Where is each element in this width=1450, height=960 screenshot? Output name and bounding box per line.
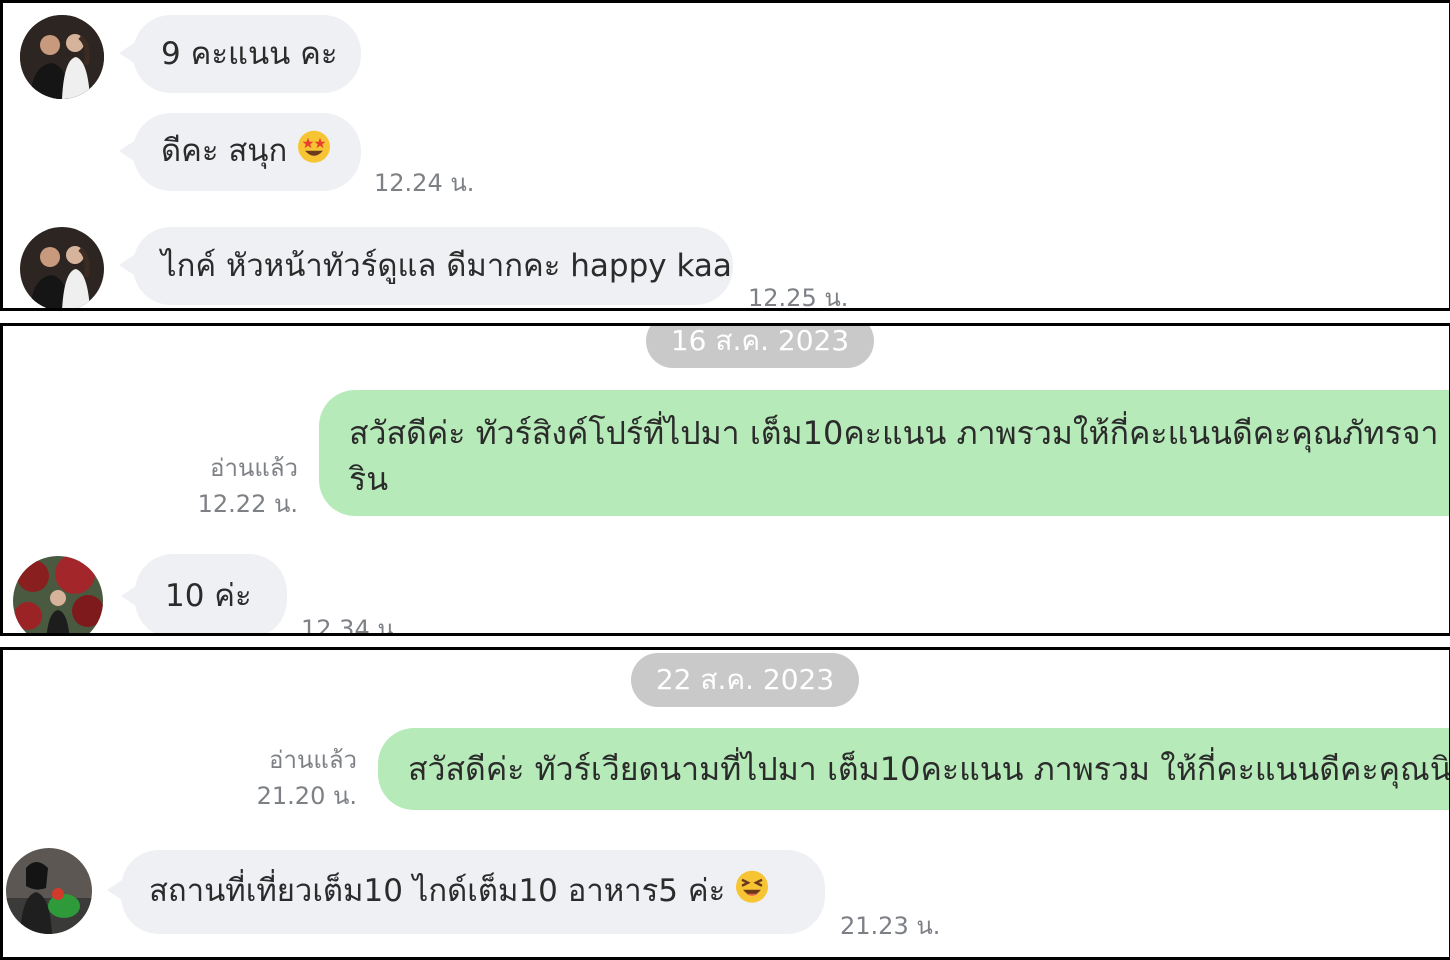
sent-message-bubble[interactable]: สวัสดีค่ะ ทัวร์สิงค์โปร์ที่ไปมา เต็ม10คะ… — [319, 390, 1449, 516]
message-time: 12.34 น. — [301, 615, 402, 636]
message-time: 12.22 น. — [197, 490, 298, 518]
user-avatar-3[interactable] — [6, 848, 92, 934]
laughing-emoji-icon — [735, 869, 769, 915]
message-text: ไกค์ หัวหน้าทัวร์ดูแล ดีมากคะ happy kaa — [161, 248, 732, 284]
message-time: 12.24 น. — [374, 169, 475, 197]
user-avatar-2[interactable] — [13, 556, 103, 633]
message-bubble[interactable]: 10 ค่ะ — [135, 554, 287, 633]
message-bubble[interactable]: ไกค์ หัวหน้าทัวร์ดูแล ดีมากคะ happy kaa — [133, 227, 733, 305]
chat-panel-1: 9 คะแนน คะ ดีคะ สนุก 12.24 น. ไกค์ หัวหน… — [0, 0, 1450, 311]
message-time: 21.23 น. — [840, 912, 941, 940]
star-struck-emoji-icon — [297, 129, 331, 175]
message-text-line: สวัสดีค่ะ ทัวร์สิงค์โปร์ที่ไปมา เต็ม10คะ… — [349, 414, 1439, 452]
date-separator: 22 ส.ค. 2023 — [631, 653, 859, 707]
message-text: 9 คะแนน คะ — [161, 36, 338, 72]
read-label: อ่านแล้ว — [210, 454, 298, 482]
date-label: 16 ส.ค. 2023 — [670, 324, 850, 357]
message-bubble[interactable]: สถานที่เที่ยวเต็ม10 ไกด์เต็ม10 อาหาร5 ค่… — [121, 850, 825, 934]
chat-panel-3: 22 ส.ค. 2023 อ่านแล้ว 21.20 น. สวัสดีค่ะ… — [0, 647, 1450, 960]
date-label: 22 ส.ค. 2023 — [655, 663, 835, 696]
message-bubble[interactable]: 9 คะแนน คะ — [133, 15, 361, 93]
user-avatar-1[interactable] — [20, 15, 104, 99]
message-time: 12.25 น. — [748, 284, 849, 311]
chat-panel-2: 16 ส.ค. 2023 อ่านแล้ว 12.22 น. สวัสดีค่ะ… — [0, 323, 1450, 636]
read-label: อ่านแล้ว — [269, 746, 357, 774]
message-time: 21.20 น. — [256, 782, 357, 810]
date-separator: 16 ส.ค. 2023 — [646, 324, 874, 368]
sent-message-bubble[interactable]: สวัสดีค่ะ ทัวร์เวียดนามที่ไปมา เต็ม10คะแ… — [378, 728, 1450, 810]
message-text: สถานที่เที่ยวเต็ม10 ไกด์เต็ม10 อาหาร5 ค่… — [149, 872, 726, 909]
message-text: 10 ค่ะ — [165, 578, 252, 614]
user-avatar-1[interactable] — [20, 227, 104, 308]
read-receipt: อ่านแล้ว 12.22 น. — [133, 450, 298, 522]
message-bubble[interactable]: ดีคะ สนุก — [133, 113, 361, 191]
message-text-line: ริน — [349, 460, 389, 498]
message-text-line: สวัสดีค่ะ ทัวร์เวียดนามที่ไปมา เต็ม10คะแ… — [408, 750, 1450, 788]
read-receipt: อ่านแล้ว 21.20 น. — [193, 742, 357, 814]
message-text: ดีคะ สนุก — [161, 132, 288, 169]
